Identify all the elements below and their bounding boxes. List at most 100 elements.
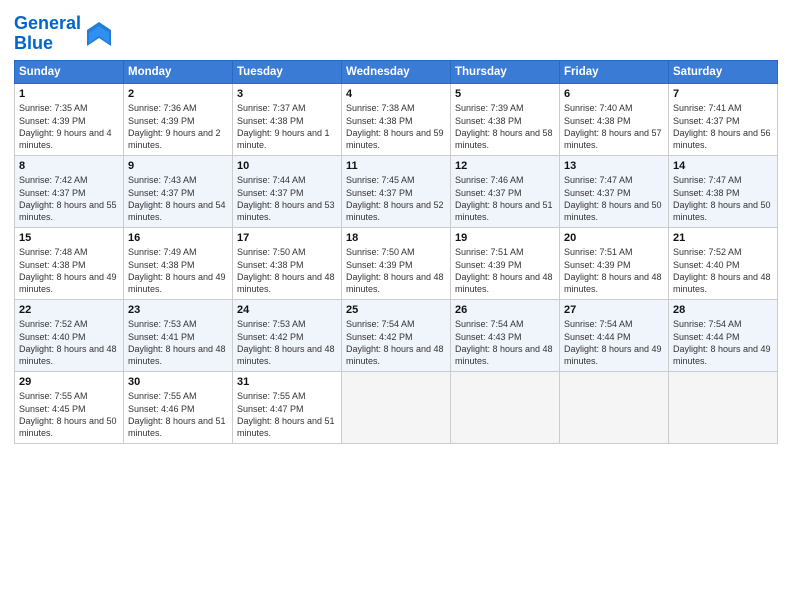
calendar-cell: 20Sunrise: 7:51 AMSunset: 4:39 PMDayligh…: [560, 227, 669, 299]
daylight: Daylight: 8 hours and 48 minutes.: [346, 272, 444, 294]
sunrise: Sunrise: 7:44 AM: [237, 175, 306, 185]
day-number: 3: [237, 87, 337, 102]
calendar-cell: 14Sunrise: 7:47 AMSunset: 4:38 PMDayligh…: [669, 155, 778, 227]
column-header-wednesday: Wednesday: [342, 60, 451, 83]
daylight: Daylight: 8 hours and 58 minutes.: [455, 128, 553, 150]
calendar-cell: [342, 371, 451, 443]
calendar-cell: [669, 371, 778, 443]
day-number: 13: [564, 159, 664, 174]
day-number: 19: [455, 231, 555, 246]
day-number: 22: [19, 303, 119, 318]
column-header-friday: Friday: [560, 60, 669, 83]
sunrise: Sunrise: 7:53 AM: [128, 319, 197, 329]
day-number: 1: [19, 87, 119, 102]
sunrise: Sunrise: 7:51 AM: [455, 247, 524, 257]
sunrise: Sunrise: 7:47 AM: [564, 175, 633, 185]
daylight: Daylight: 8 hours and 51 minutes.: [237, 416, 335, 438]
day-number: 8: [19, 159, 119, 174]
sunset: Sunset: 4:38 PM: [237, 116, 304, 126]
day-number: 16: [128, 231, 228, 246]
day-number: 21: [673, 231, 773, 246]
sunset: Sunset: 4:39 PM: [346, 260, 413, 270]
calendar-cell: 16Sunrise: 7:49 AMSunset: 4:38 PMDayligh…: [124, 227, 233, 299]
sunset: Sunset: 4:37 PM: [455, 188, 522, 198]
day-number: 17: [237, 231, 337, 246]
sunset: Sunset: 4:41 PM: [128, 332, 195, 342]
sunrise: Sunrise: 7:35 AM: [19, 103, 88, 113]
daylight: Daylight: 8 hours and 56 minutes.: [673, 128, 771, 150]
calendar-cell: [451, 371, 560, 443]
sunrise: Sunrise: 7:42 AM: [19, 175, 88, 185]
calendar-cell: 8Sunrise: 7:42 AMSunset: 4:37 PMDaylight…: [15, 155, 124, 227]
sunrise: Sunrise: 7:47 AM: [673, 175, 742, 185]
calendar-cell: 13Sunrise: 7:47 AMSunset: 4:37 PMDayligh…: [560, 155, 669, 227]
column-header-thursday: Thursday: [451, 60, 560, 83]
sunrise: Sunrise: 7:41 AM: [673, 103, 742, 113]
daylight: Daylight: 8 hours and 54 minutes.: [128, 200, 226, 222]
sunset: Sunset: 4:38 PM: [564, 116, 631, 126]
sunset: Sunset: 4:39 PM: [455, 260, 522, 270]
calendar-cell: 28Sunrise: 7:54 AMSunset: 4:44 PMDayligh…: [669, 299, 778, 371]
day-number: 28: [673, 303, 773, 318]
column-header-saturday: Saturday: [669, 60, 778, 83]
sunset: Sunset: 4:38 PM: [346, 116, 413, 126]
daylight: Daylight: 9 hours and 1 minute.: [237, 128, 330, 150]
day-number: 7: [673, 87, 773, 102]
daylight: Daylight: 8 hours and 48 minutes.: [128, 344, 226, 366]
column-header-monday: Monday: [124, 60, 233, 83]
daylight: Daylight: 8 hours and 50 minutes.: [673, 200, 771, 222]
sunrise: Sunrise: 7:45 AM: [346, 175, 415, 185]
sunset: Sunset: 4:38 PM: [19, 260, 86, 270]
day-number: 30: [128, 375, 228, 390]
sunrise: Sunrise: 7:49 AM: [128, 247, 197, 257]
sunset: Sunset: 4:39 PM: [19, 116, 86, 126]
day-number: 29: [19, 375, 119, 390]
sunset: Sunset: 4:39 PM: [128, 116, 195, 126]
sunset: Sunset: 4:44 PM: [673, 332, 740, 342]
sunset: Sunset: 4:45 PM: [19, 404, 86, 414]
sunrise: Sunrise: 7:36 AM: [128, 103, 197, 113]
column-header-tuesday: Tuesday: [233, 60, 342, 83]
calendar-cell: 7Sunrise: 7:41 AMSunset: 4:37 PMDaylight…: [669, 83, 778, 155]
calendar-header-row: SundayMondayTuesdayWednesdayThursdayFrid…: [15, 60, 778, 83]
daylight: Daylight: 8 hours and 49 minutes.: [564, 344, 662, 366]
page-container: GeneralBlue SundayMondayTuesdayWednesday…: [0, 0, 792, 452]
sunrise: Sunrise: 7:52 AM: [673, 247, 742, 257]
sunset: Sunset: 4:38 PM: [128, 260, 195, 270]
daylight: Daylight: 8 hours and 57 minutes.: [564, 128, 662, 150]
calendar-cell: [560, 371, 669, 443]
calendar-week-3: 15Sunrise: 7:48 AMSunset: 4:38 PMDayligh…: [15, 227, 778, 299]
sunrise: Sunrise: 7:55 AM: [237, 391, 306, 401]
calendar-cell: 25Sunrise: 7:54 AMSunset: 4:42 PMDayligh…: [342, 299, 451, 371]
calendar-cell: 15Sunrise: 7:48 AMSunset: 4:38 PMDayligh…: [15, 227, 124, 299]
sunset: Sunset: 4:40 PM: [19, 332, 86, 342]
logo-icon: [85, 20, 113, 48]
sunset: Sunset: 4:39 PM: [564, 260, 631, 270]
daylight: Daylight: 8 hours and 55 minutes.: [19, 200, 117, 222]
day-number: 24: [237, 303, 337, 318]
day-number: 18: [346, 231, 446, 246]
sunset: Sunset: 4:37 PM: [237, 188, 304, 198]
calendar-cell: 21Sunrise: 7:52 AMSunset: 4:40 PMDayligh…: [669, 227, 778, 299]
day-number: 4: [346, 87, 446, 102]
daylight: Daylight: 8 hours and 50 minutes.: [19, 416, 117, 438]
sunrise: Sunrise: 7:54 AM: [673, 319, 742, 329]
sunset: Sunset: 4:42 PM: [237, 332, 304, 342]
day-number: 14: [673, 159, 773, 174]
day-number: 2: [128, 87, 228, 102]
daylight: Daylight: 9 hours and 2 minutes.: [128, 128, 221, 150]
daylight: Daylight: 8 hours and 51 minutes.: [128, 416, 226, 438]
daylight: Daylight: 8 hours and 52 minutes.: [346, 200, 444, 222]
calendar-cell: 26Sunrise: 7:54 AMSunset: 4:43 PMDayligh…: [451, 299, 560, 371]
daylight: Daylight: 8 hours and 48 minutes.: [564, 272, 662, 294]
day-number: 20: [564, 231, 664, 246]
day-number: 27: [564, 303, 664, 318]
sunrise: Sunrise: 7:37 AM: [237, 103, 306, 113]
daylight: Daylight: 8 hours and 49 minutes.: [19, 272, 117, 294]
sunrise: Sunrise: 7:46 AM: [455, 175, 524, 185]
sunrise: Sunrise: 7:50 AM: [237, 247, 306, 257]
sunrise: Sunrise: 7:38 AM: [346, 103, 415, 113]
day-number: 11: [346, 159, 446, 174]
sunset: Sunset: 4:44 PM: [564, 332, 631, 342]
calendar-cell: 11Sunrise: 7:45 AMSunset: 4:37 PMDayligh…: [342, 155, 451, 227]
